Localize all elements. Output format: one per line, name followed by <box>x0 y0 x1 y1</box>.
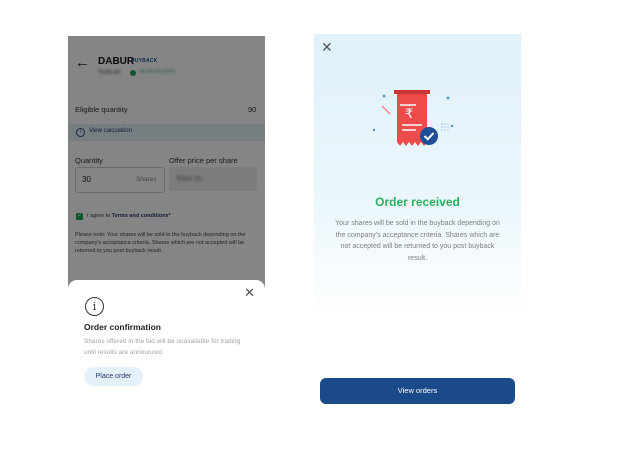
view-orders-button[interactable]: View orders <box>320 378 515 404</box>
order-received-message: Your shares will be sold in the buyback … <box>335 220 500 262</box>
info-circle-icon: i <box>85 297 104 316</box>
close-icon[interactable]: ✕ <box>321 40 333 54</box>
place-order-button[interactable]: Place order <box>84 367 143 386</box>
close-icon[interactable]: ✕ <box>244 286 255 299</box>
sheet-message: Shares offered in the bid will be unavai… <box>84 338 241 356</box>
order-received-title: Order received <box>375 195 460 209</box>
svg-text:₹: ₹ <box>405 107 413 122</box>
modal-overlay[interactable] <box>68 36 265 298</box>
sheet-title: Order confirmation <box>84 322 161 332</box>
receipt-rupee-icon: ₹ <box>372 90 454 146</box>
